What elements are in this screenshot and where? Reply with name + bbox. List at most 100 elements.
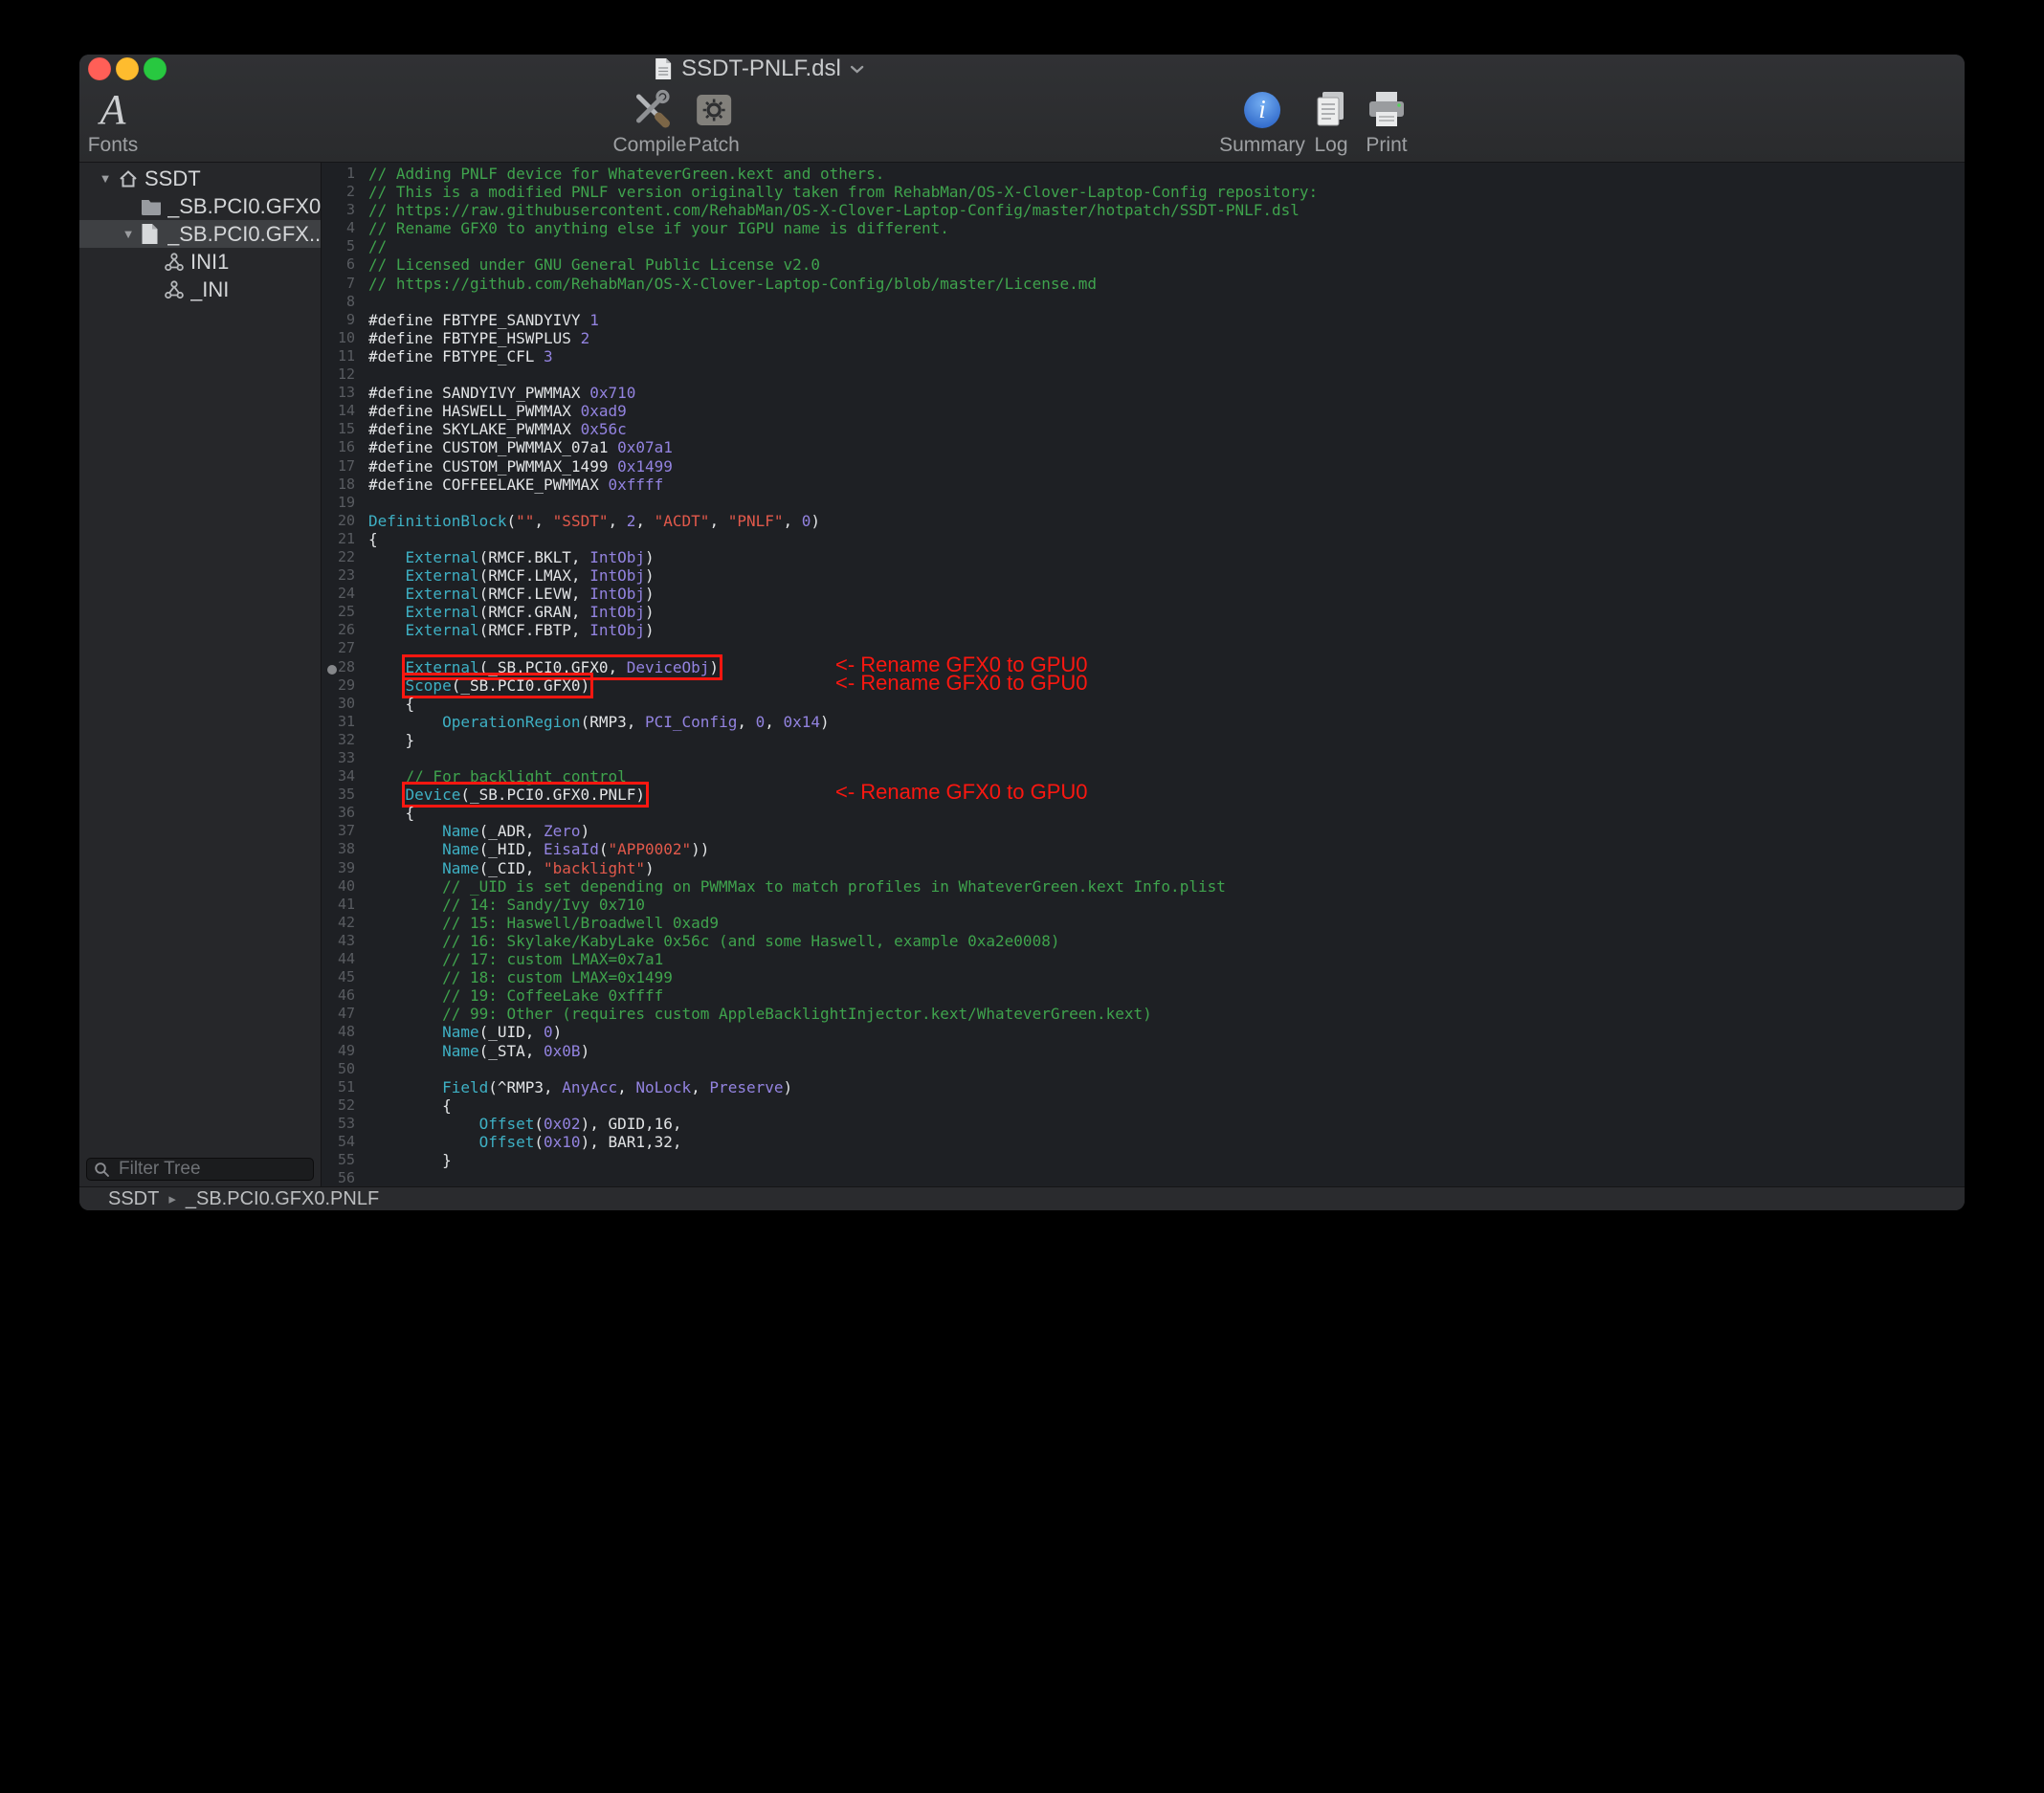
fonts-icon: A <box>100 89 126 131</box>
line-number: 30 <box>322 695 355 713</box>
log-pages-icon <box>1310 87 1352 133</box>
code-content: // Adding PNLF device for WhateverGreen.… <box>361 163 1965 1186</box>
code-line-28: External(_SB.PCI0.GFX0, DeviceObj)<- Ren… <box>368 658 1965 676</box>
minimize-button[interactable] <box>116 57 139 80</box>
code-line-26: External(RMCF.FBTP, IntObj) <box>368 621 1965 639</box>
line-number: 33 <box>322 749 355 767</box>
window-title-group[interactable]: SSDT-PNLF.dsl <box>654 55 864 83</box>
line-number: 7 <box>322 275 355 293</box>
code-line-39: Name(_CID, "backlight") <box>368 859 1965 877</box>
traffic-lights <box>88 57 167 80</box>
code-line-29: Scope(_SB.PCI0.GFX0)<- Rename GFX0 to GP… <box>368 676 1965 695</box>
tree-item-sb-pci0-gfx[interactable]: ▼ _SB.PCI0.GFX... <box>79 220 321 248</box>
code-line-35: Device(_SB.PCI0.GFX0.PNLF)<- Rename GFX0… <box>368 786 1965 804</box>
code-line-41: // 14: Sandy/Ivy 0x710 <box>368 896 1965 914</box>
line-number: 36 <box>322 804 355 822</box>
toolbar-label-summary: Summary <box>1219 134 1305 157</box>
code-line-4: // Rename GFX0 to anything else if your … <box>368 219 1965 237</box>
titlebar: SSDT-PNLF.dsl <box>79 55 1965 83</box>
breadcrumb-root[interactable]: SSDT <box>108 1188 159 1210</box>
line-number: 50 <box>322 1060 355 1078</box>
filter-field[interactable] <box>86 1158 314 1181</box>
line-number: 15 <box>322 420 355 438</box>
code-line-22: External(RMCF.BKLT, IntObj) <box>368 548 1965 566</box>
disclosure-triangle-icon[interactable]: ▼ <box>93 171 118 186</box>
line-number: 16 <box>322 438 355 456</box>
filter-input[interactable] <box>117 1158 306 1181</box>
line-number: 49 <box>322 1042 355 1060</box>
code-line-32: } <box>368 731 1965 749</box>
line-number: 25 <box>322 603 355 621</box>
tree-item-ini[interactable]: _INI <box>79 276 321 303</box>
code-line-56 <box>368 1169 1965 1186</box>
line-number: 47 <box>322 1005 355 1023</box>
breadcrumb-leaf[interactable]: _SB.PCI0.GFX0.PNLF <box>186 1188 379 1210</box>
line-number: 12 <box>322 365 355 384</box>
zoom-button[interactable] <box>144 57 167 80</box>
disclosure-triangle-icon[interactable]: ▼ <box>116 227 141 241</box>
code-line-49: Name(_STA, 0x0B) <box>368 1042 1965 1060</box>
line-number: 46 <box>322 986 355 1005</box>
line-number: 8 <box>322 293 355 311</box>
print-icon <box>1365 87 1409 133</box>
svg-text:i: i <box>1258 95 1266 123</box>
line-number: 26 <box>322 621 355 639</box>
rename-highlight-box: External(_SB.PCI0.GFX0, DeviceObj) <box>406 658 720 676</box>
line-number: 53 <box>322 1115 355 1133</box>
line-number: 4 <box>322 219 355 237</box>
code-editor[interactable]: 1234567891011121314151617181920212223242… <box>322 163 1965 1186</box>
code-line-38: Name(_HID, EisaId("APP0002")) <box>368 840 1965 858</box>
tree-item-label: _SB.PCI0.GFX... <box>167 222 321 247</box>
title-chevron-icon[interactable] <box>850 65 864 74</box>
toolbar-button-log[interactable]: Log <box>1310 87 1352 157</box>
line-number: 27 <box>322 639 355 657</box>
code-line-21: { <box>368 530 1965 548</box>
gutter-marker <box>327 665 337 675</box>
toolbar-button-summary[interactable]: i Summary <box>1219 87 1305 157</box>
code-line-37: Name(_ADR, Zero) <box>368 822 1965 840</box>
code-line-9: #define FBTYPE_SANDYIVY 1 <box>368 311 1965 329</box>
document-proxy-icon <box>654 57 673 80</box>
tree-item-ssdt[interactable]: ▼SSDT <box>79 165 321 192</box>
status-bar: SSDT ▸ _SB.PCI0.GFX0.PNLF <box>79 1186 1965 1210</box>
code-line-40: // _UID is set depending on PWMMax to ma… <box>368 877 1965 896</box>
close-button[interactable] <box>88 57 111 80</box>
rename-highlight-box: Device(_SB.PCI0.GFX0.PNLF) <box>406 786 645 804</box>
tree-item-label: INI1 <box>190 250 229 275</box>
line-number: 6 <box>322 255 355 274</box>
tree-item-sb-pci0-gfx0[interactable]: _SB.PCI0.GFX0 <box>79 192 321 220</box>
tree-item-ini1[interactable]: INI1 <box>79 248 321 276</box>
toolbar-button-patch[interactable]: Patch <box>688 87 740 157</box>
toolbar-label-log: Log <box>1310 134 1352 157</box>
breadcrumb-separator-icon: ▸ <box>168 1190 176 1207</box>
code-line-7: // https://github.com/RehabMan/OS-X-Clov… <box>368 275 1965 293</box>
code-line-14: #define HASWELL_PWMMAX 0xad9 <box>368 402 1965 420</box>
line-number: 52 <box>322 1096 355 1115</box>
tree-item-label: _INI <box>190 277 229 302</box>
line-number: 21 <box>322 530 355 548</box>
line-number: 9 <box>322 311 355 329</box>
code-line-47: // 99: Other (requires custom AppleBackl… <box>368 1005 1965 1023</box>
line-number: 37 <box>322 822 355 840</box>
tree-item-label: _SB.PCI0.GFX0 <box>167 194 321 219</box>
code-line-5: // <box>368 237 1965 255</box>
code-line-20: DefinitionBlock("", "SSDT", 2, "ACDT", "… <box>368 512 1965 530</box>
line-number: 54 <box>322 1133 355 1151</box>
code-line-10: #define FBTYPE_HSWPLUS 2 <box>368 329 1965 347</box>
code-line-15: #define SKYLAKE_PWMMAX 0x56c <box>368 420 1965 438</box>
toolbar-button-fonts[interactable]: A Fonts <box>88 87 139 157</box>
line-number: 13 <box>322 384 355 402</box>
code-line-42: // 15: Haswell/Broadwell 0xad9 <box>368 914 1965 932</box>
summary-info-icon: i <box>1219 87 1305 133</box>
code-line-24: External(RMCF.LEVW, IntObj) <box>368 585 1965 603</box>
line-number: 43 <box>322 932 355 950</box>
code-line-25: External(RMCF.GRAN, IntObj) <box>368 603 1965 621</box>
toolbar-label-print: Print <box>1365 134 1409 157</box>
line-number: 56 <box>322 1169 355 1186</box>
toolbar-button-print[interactable]: Print <box>1365 87 1409 157</box>
toolbar-button-compile[interactable]: Compile <box>612 87 686 157</box>
search-icon <box>94 1162 110 1178</box>
rename-highlight-box: Scope(_SB.PCI0.GFX0) <box>406 676 590 695</box>
app-window: SSDT-PNLF.dsl A Fonts Compile <box>79 55 1965 1210</box>
code-line-44: // 17: custom LMAX=0x7a1 <box>368 950 1965 968</box>
